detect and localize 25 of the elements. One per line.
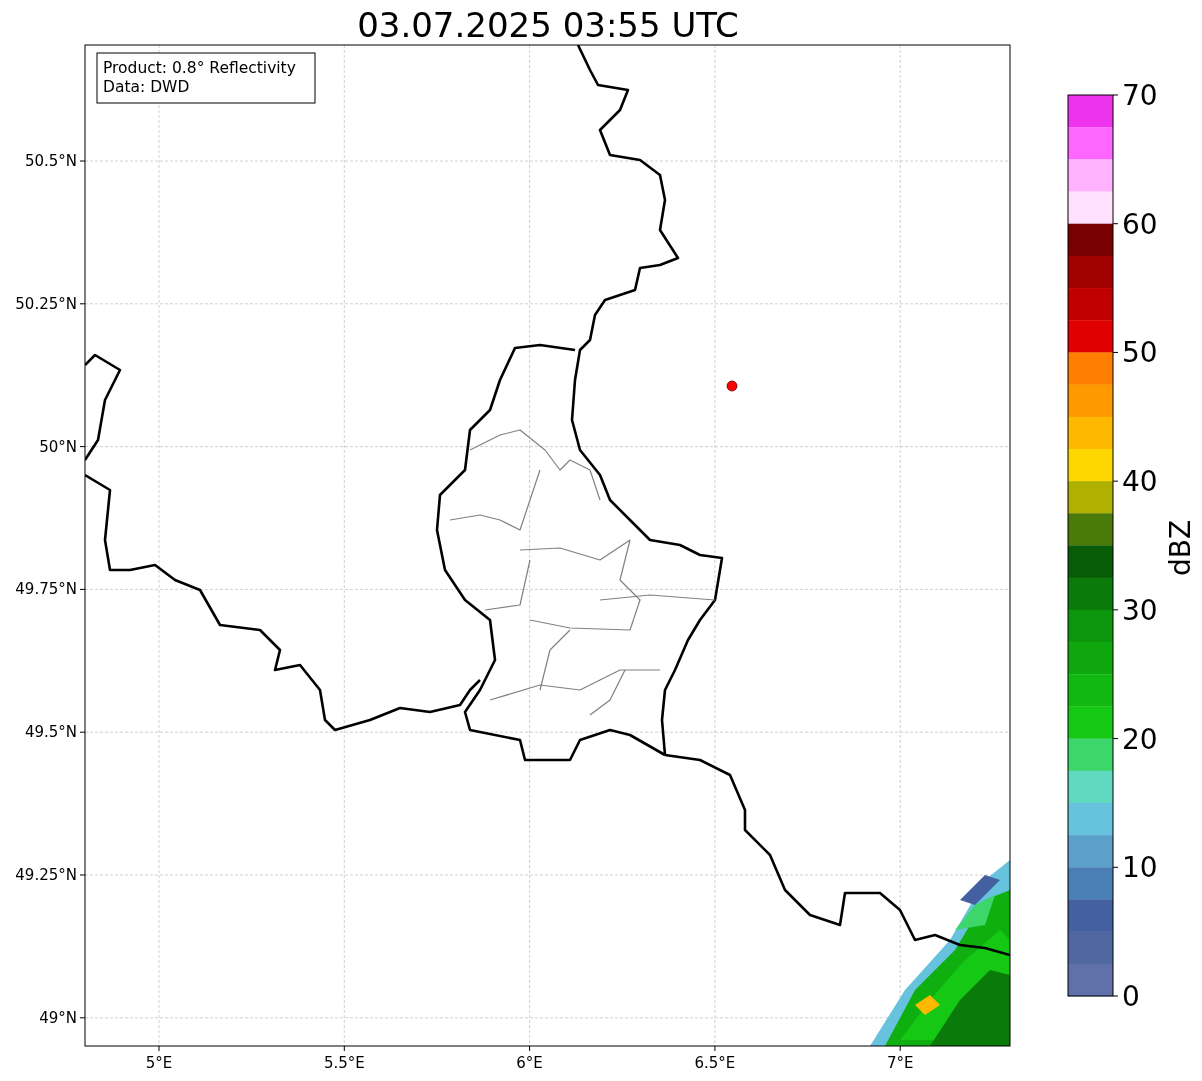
latitude-label: 50.25°N [15,294,77,313]
info-text: Data: DWD [103,78,190,96]
latitude-label: 50°N [39,437,77,456]
colorbar-tick-label: 50 [1122,336,1158,370]
radar-site-marker [726,380,738,392]
longitude-label: 6°E [516,1054,543,1072]
colorbar-tick-label: 0 [1122,980,1140,1013]
longitude-label: 5.5°E [323,1054,365,1072]
colorbar-tick-label: 30 [1122,593,1158,627]
colorbar-tick-label: 40 [1122,465,1158,499]
colorbar-tick-label: 60 [1122,207,1158,241]
colorbar-tick-label: 70 [1122,79,1158,112]
longitude-label: 5°E [145,1054,173,1072]
colorbar-tick-label: 10 [1122,851,1158,885]
colorbar-tick-label: 20 [1122,722,1158,756]
longitude-label: 7°E [886,1054,914,1072]
latitude-label: 49°N [39,1008,77,1027]
latitude-label: 50.5°N [24,152,77,170]
chart-title: 03.07.2025 03:55 UTC [357,5,739,45]
info-text: Product: 0.8° Reflectivity [103,59,296,77]
longitude-label: 6.5°E [694,1054,736,1072]
colorbar-label: dBZ [1164,519,1197,577]
latitude-label: 49.75°N [15,580,77,599]
latitude-label: 49.5°N [24,723,77,742]
latitude-label: 49.25°N [15,866,77,884]
